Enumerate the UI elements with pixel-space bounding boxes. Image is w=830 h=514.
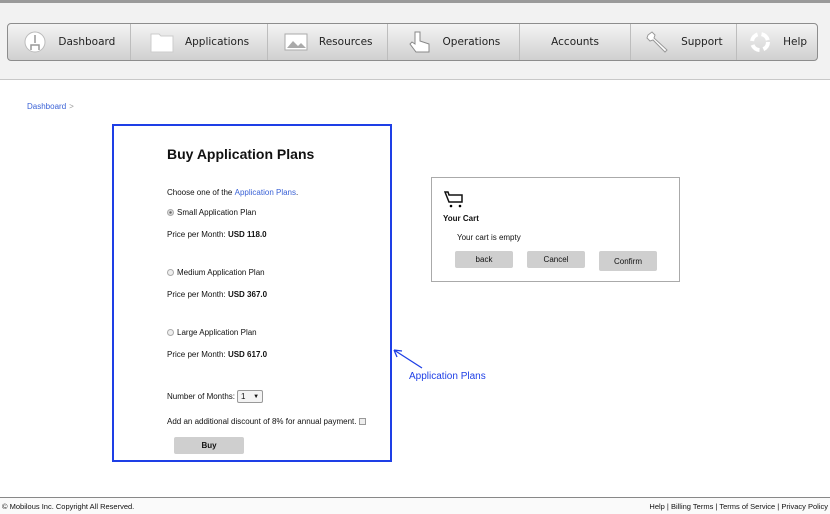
breadcrumb-dashboard[interactable]: Dashboard xyxy=(27,102,66,111)
dropdown-arrow-icon: ▼ xyxy=(253,393,260,400)
nav-applications[interactable]: Applications xyxy=(131,24,269,60)
footer-link-billing[interactable]: Billing Terms xyxy=(671,502,713,511)
application-plans-link[interactable]: Application Plans xyxy=(235,188,296,197)
price-small: Price per Month: USD 118.0 xyxy=(167,230,267,239)
months-row: Number of Months: 1 ▼ xyxy=(167,390,264,403)
folder-icon xyxy=(150,33,174,53)
buy-plans-panel: Buy Application Plans Choose one of the … xyxy=(112,124,392,462)
radio-medium[interactable] xyxy=(167,269,174,276)
chevron-right-icon: > xyxy=(69,102,74,111)
header: Dashboard Applications Resources Operati… xyxy=(0,3,830,80)
copyright: © Mobilous Inc. Copyright All Reserved. xyxy=(2,501,135,511)
footer-links: Help | Billing Terms | Terms of Service … xyxy=(649,501,828,511)
buy-button[interactable]: Buy xyxy=(174,437,244,454)
radio-large[interactable] xyxy=(167,329,174,336)
annotation-arrow xyxy=(393,349,423,369)
cancel-button[interactable]: Cancel xyxy=(527,251,585,268)
cart-title: Your Cart xyxy=(443,214,479,223)
months-select[interactable]: 1 ▼ xyxy=(237,390,264,403)
page-title: Buy Application Plans xyxy=(167,146,315,162)
breadcrumb: Dashboard > xyxy=(27,102,74,111)
gauge-icon xyxy=(24,31,46,53)
footer-link-privacy[interactable]: Privacy Policy xyxy=(781,502,828,511)
nav-resources[interactable]: Resources xyxy=(268,24,389,60)
back-button[interactable]: back xyxy=(455,251,513,268)
intro-text: Choose one of the Application Plans. xyxy=(167,188,299,197)
nav-operations[interactable]: Operations xyxy=(388,24,520,60)
cart-icon xyxy=(444,191,463,208)
discount-row: Add an additional discount of 8% for ann… xyxy=(167,417,367,426)
cart-panel: Your Cart Your cart is empty back Cancel… xyxy=(431,177,680,282)
confirm-button[interactable]: Confirm xyxy=(599,251,657,271)
nav-dashboard[interactable]: Dashboard xyxy=(8,24,131,60)
lifebuoy-icon xyxy=(750,32,771,52)
image-icon xyxy=(284,33,308,51)
discount-checkbox[interactable] xyxy=(359,418,367,425)
plan-option-large[interactable]: Large Application Plan xyxy=(167,328,257,337)
wrench-icon xyxy=(646,31,668,53)
hand-pointer-icon xyxy=(408,31,430,53)
footer-link-help[interactable]: Help xyxy=(649,502,664,511)
plan-option-medium[interactable]: Medium Application Plan xyxy=(167,268,265,277)
main-nav: Dashboard Applications Resources Operati… xyxy=(7,23,818,61)
nav-accounts[interactable]: Accounts xyxy=(520,24,632,60)
radio-small[interactable] xyxy=(167,209,174,216)
price-medium: Price per Month: USD 367.0 xyxy=(167,290,268,299)
cart-empty-text: Your cart is empty xyxy=(457,233,521,242)
footer-link-terms[interactable]: Terms of Service xyxy=(719,502,775,511)
price-large: Price per Month: USD 617.0 xyxy=(167,350,268,359)
nav-support[interactable]: Support xyxy=(631,24,738,60)
annotation-label: Application Plans xyxy=(409,371,486,382)
plan-option-small[interactable]: Small Application Plan xyxy=(167,208,256,217)
footer: © Mobilous Inc. Copyright All Reserved. … xyxy=(0,497,830,514)
nav-help[interactable]: Help xyxy=(737,24,817,60)
